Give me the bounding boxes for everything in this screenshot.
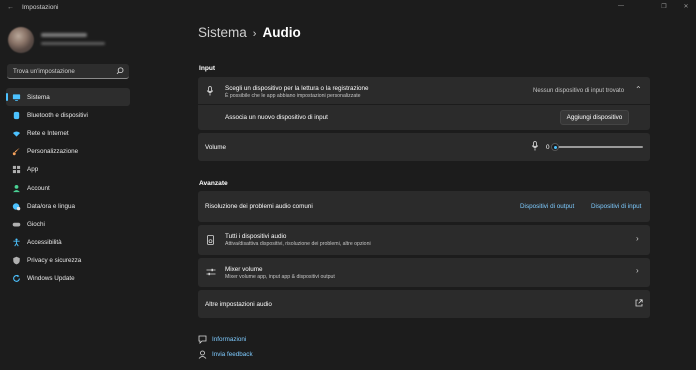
volume-label: Volume <box>205 144 227 151</box>
sidebar-item-label: Giochi <box>27 220 45 228</box>
search-icon[interactable] <box>115 66 125 76</box>
send-feedback-link[interactable]: Invia feedback <box>212 351 253 358</box>
sidebar-item-label: Sistema <box>27 93 50 101</box>
mixer-subtitle: Mixer volume app, input app & dispositiv… <box>225 274 335 280</box>
sidebar-item-label: Data/ora e lingua <box>27 202 75 210</box>
breadcrumb: Sistema › Audio <box>198 25 301 40</box>
maximize-icon[interactable]: ❐ <box>659 3 669 10</box>
user-email-blurred <box>41 42 105 45</box>
breadcrumb-parent[interactable]: Sistema <box>198 25 247 40</box>
title-bar: ← Impostazioni — ❐ ✕ <box>0 0 696 16</box>
sidebar-item-label: Account <box>27 184 50 192</box>
output-devices-link[interactable]: Dispositivi di output <box>520 203 574 210</box>
sidebar-item-rete[interactable]: Rete e Internet <box>6 124 130 142</box>
chevron-right-icon: › <box>636 234 639 243</box>
troubleshoot-card: Risoluzione dei problemi audio comuni Di… <box>198 191 650 222</box>
sidebar-item-sistema[interactable]: Sistema <box>6 88 130 107</box>
window-title: Impostazioni <box>22 4 59 11</box>
sidebar-item-account[interactable]: Account <box>6 179 130 197</box>
monitor-icon <box>12 93 21 101</box>
microphone-icon <box>531 141 539 151</box>
avatar <box>8 27 34 53</box>
input-devices-link[interactable]: Dispositivi di input <box>591 203 641 210</box>
bluetooth-icon <box>13 111 20 119</box>
volume-value: 0 <box>546 144 550 151</box>
update-icon <box>13 275 20 283</box>
all-devices-card[interactable]: Tutti i dispositivi audio Attiva/disatti… <box>198 225 650 255</box>
sidebar-item-data-ora[interactable]: Data/ora e lingua <box>6 197 130 215</box>
mixer-card[interactable]: Mixer volume Mixer volume app, input app… <box>198 258 650 287</box>
globe-clock-icon <box>12 202 21 210</box>
apps-icon <box>12 166 21 174</box>
more-settings-card[interactable]: Altre impostazioni audio <box>198 290 650 318</box>
sidebar-item-giochi[interactable]: Giochi <box>6 215 130 233</box>
all-devices-subtitle: Attiva/disattiva dispositivi, risoluzion… <box>225 241 371 247</box>
user-name-blurred <box>41 33 87 37</box>
sidebar-item-label: Bluetooth e dispositivi <box>27 111 88 119</box>
volume-slider-thumb[interactable] <box>551 143 559 151</box>
minimize-icon[interactable]: — <box>616 3 626 9</box>
choose-device-title: Scegli un dispositivo per la lettura o l… <box>225 85 369 92</box>
shield-icon <box>13 257 20 265</box>
advanced-section-title: Avanzate <box>199 180 228 187</box>
help-chat-icon <box>198 335 207 344</box>
input-section-title: Input <box>199 65 216 72</box>
pair-device-label: Associa un nuovo dispositivo di input <box>225 114 328 121</box>
breadcrumb-separator: › <box>252 28 257 40</box>
back-arrow-icon[interactable]: ← <box>7 4 14 11</box>
input-device-card: Scegli un dispositivo per la lettura o l… <box>198 77 650 130</box>
wifi-icon <box>12 131 21 137</box>
page-title: Audio <box>262 25 301 40</box>
volume-slider-track[interactable] <box>556 146 643 148</box>
input-status: Nessun dispositivo di input trovato <box>533 88 625 94</box>
chevron-right-icon: › <box>636 266 639 275</box>
more-settings-label: Altre impostazioni audio <box>205 301 272 308</box>
close-icon[interactable]: ✕ <box>681 3 691 10</box>
brush-icon <box>12 148 20 156</box>
mixer-title: Mixer volume <box>225 266 263 273</box>
feedback-icon <box>198 350 207 359</box>
sidebar-item-label: Privacy e sicurezza <box>27 257 82 265</box>
sidebar-item-personalizzazione[interactable]: Personalizzazione <box>6 143 130 161</box>
sidebar-item-accessibilita[interactable]: Accessibilità <box>6 234 130 252</box>
gamepad-icon <box>12 222 21 227</box>
sidebar-item-bluetooth[interactable]: Bluetooth e dispositivi <box>6 106 130 124</box>
search-input[interactable]: Trova un'impostazione <box>13 68 75 75</box>
divider <box>198 104 650 105</box>
add-device-button[interactable]: Aggiungi dispositivo <box>560 110 629 125</box>
all-devices-title: Tutti i dispositivi audio <box>225 233 287 240</box>
mixer-sliders-icon <box>206 268 216 276</box>
account-icon <box>13 184 20 192</box>
sidebar-item-privacy[interactable]: Privacy e sicurezza <box>6 252 130 270</box>
sidebar-item-label: Personalizzazione <box>27 148 79 156</box>
sidebar-item-label: Rete e Internet <box>27 129 69 137</box>
troubleshoot-label: Risoluzione dei problemi audio comuni <box>205 203 313 210</box>
sidebar-item-label: App <box>27 166 39 174</box>
sidebar-item-windows-update[interactable]: Windows Update <box>6 270 130 288</box>
info-link[interactable]: Informazioni <box>212 336 246 343</box>
open-external-icon <box>635 299 643 307</box>
microphone-icon <box>206 86 214 96</box>
choose-device-subtitle: È possibile che le app abbiano impostazi… <box>225 93 361 99</box>
sidebar-item-label: Accessibilità <box>27 239 62 247</box>
accessibility-icon <box>13 238 20 247</box>
sidebar-nav: Sistema Bluetooth e dispositivi Rete e I… <box>6 88 130 288</box>
sidebar-item-app[interactable]: App <box>6 161 130 179</box>
search-box[interactable]: Trova un'impostazione <box>7 64 129 79</box>
chevron-up-icon[interactable]: ⌃ <box>635 85 642 94</box>
speaker-device-icon <box>207 235 214 245</box>
sidebar-item-label: Windows Update <box>27 275 75 283</box>
user-profile[interactable] <box>8 27 128 53</box>
